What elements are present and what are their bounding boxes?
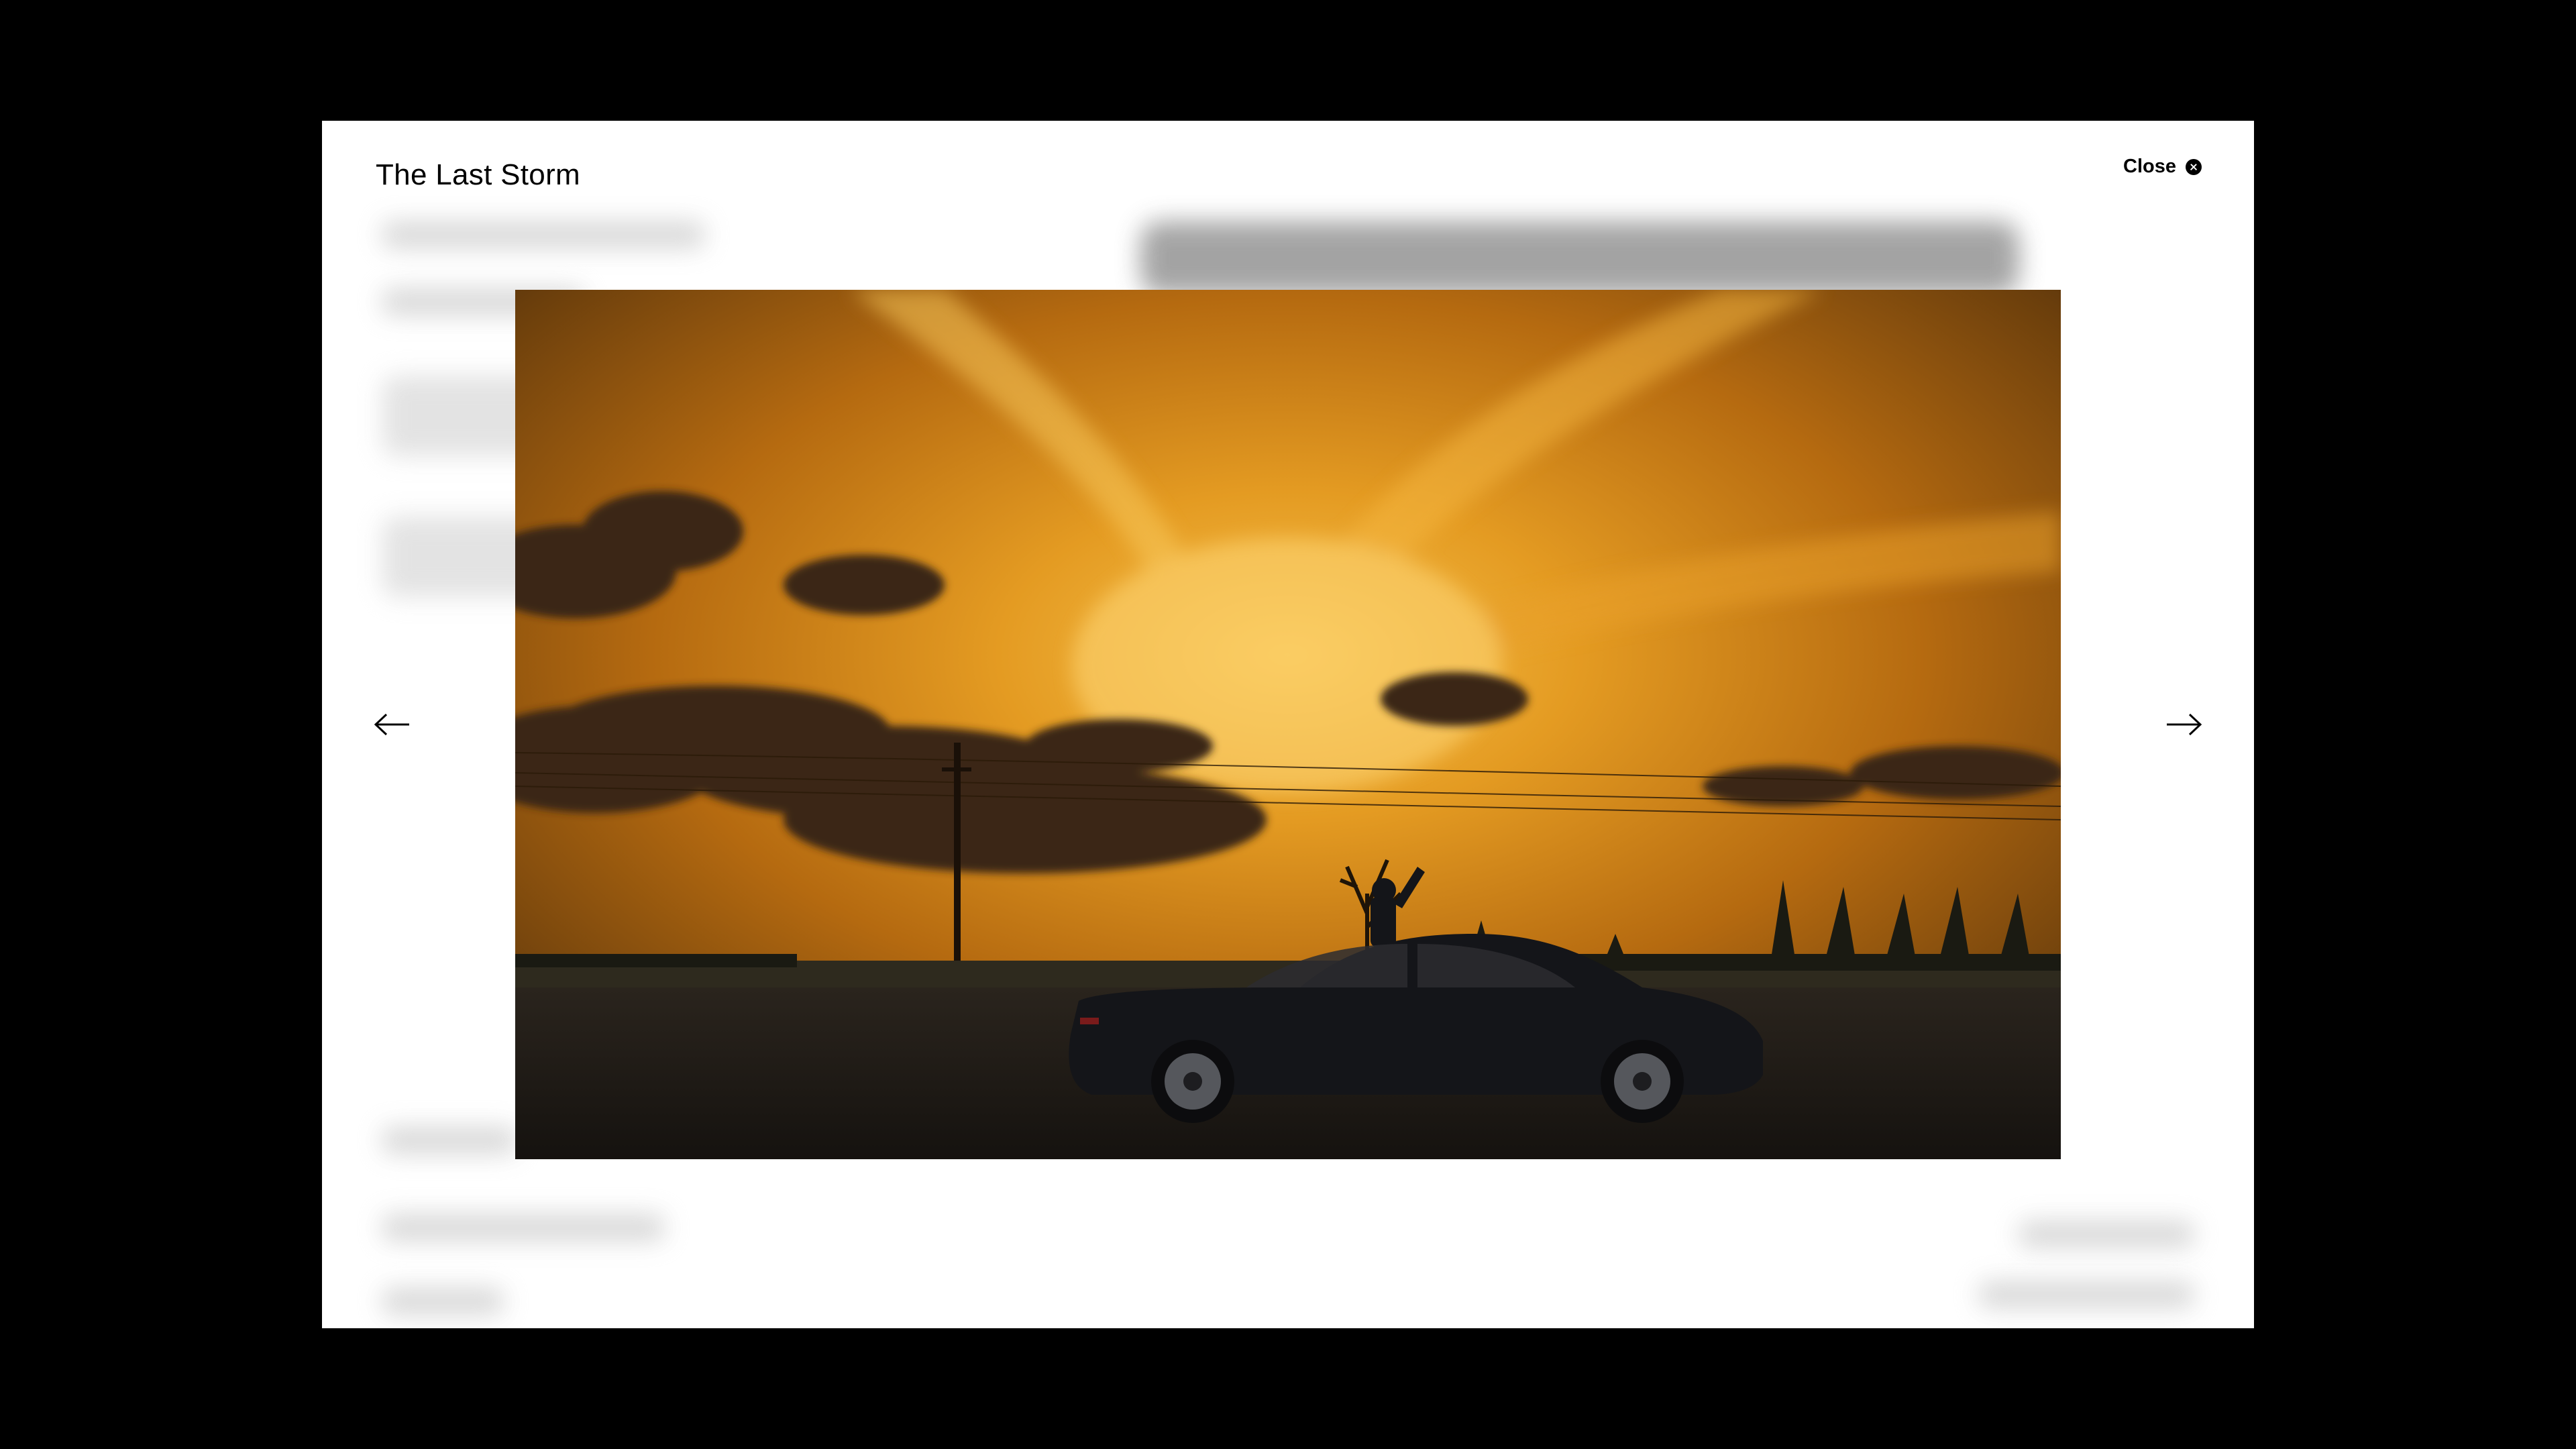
close-circle-icon xyxy=(2186,158,2202,175)
background-blurred-text xyxy=(2019,1221,2194,1248)
previous-image-button[interactable] xyxy=(372,711,412,738)
background-blurred-text xyxy=(382,1127,517,1154)
lightbox-photo xyxy=(515,290,2061,1159)
storm-photo-image xyxy=(515,290,2061,1159)
lightbox-modal: The Last Storm Close xyxy=(322,121,2254,1328)
background-blurred-hero xyxy=(1140,221,2019,295)
background-blurred-text xyxy=(382,221,704,248)
close-label: Close xyxy=(2123,156,2176,177)
close-button[interactable]: Close xyxy=(2123,156,2202,178)
background-blurred-text xyxy=(1979,1281,2194,1308)
background-blurred-text xyxy=(382,1288,503,1315)
arrow-left-icon xyxy=(374,713,409,736)
background-blurred-text xyxy=(382,1214,664,1241)
arrow-right-icon xyxy=(2167,713,2202,736)
lightbox-title: The Last Storm xyxy=(376,158,580,191)
next-image-button[interactable] xyxy=(2164,711,2204,738)
